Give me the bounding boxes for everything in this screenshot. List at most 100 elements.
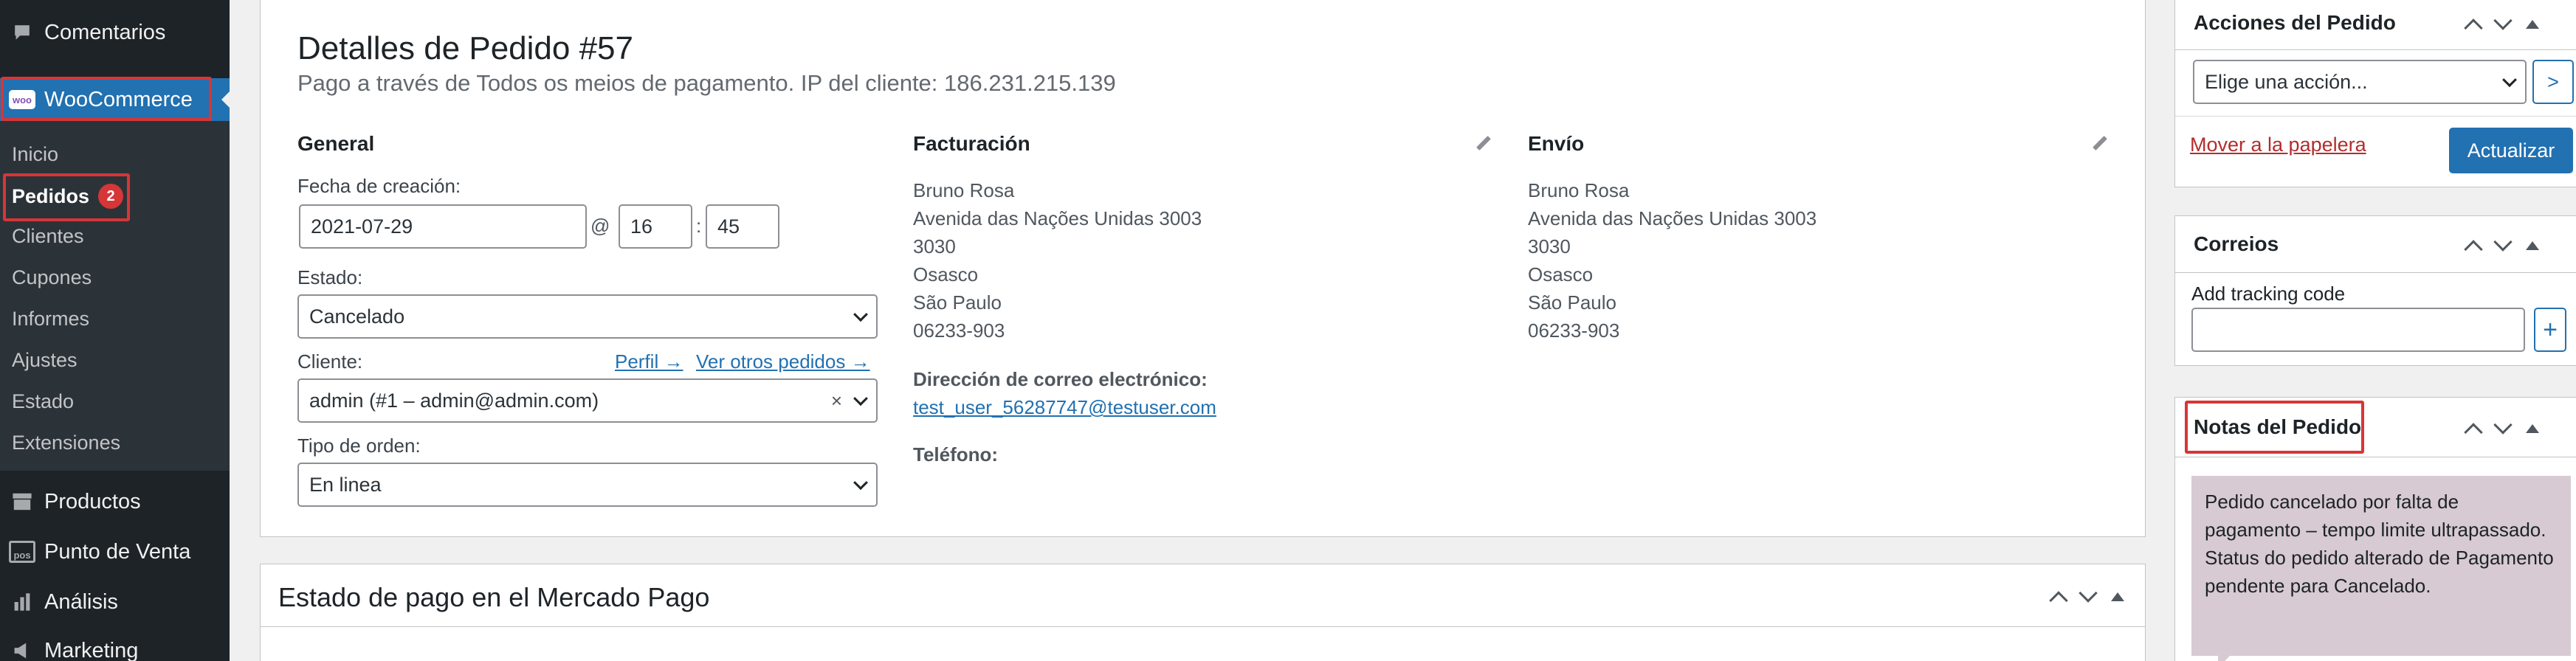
panel-controls: [2464, 232, 2539, 259]
address-line: Avenida das Nações Unidas 3003: [913, 207, 1202, 229]
order-action-select[interactable]: Elige una acción...: [2193, 60, 2527, 104]
address-line: São Paulo: [1528, 291, 1616, 314]
address-line: 3030: [913, 235, 956, 257]
move-up-icon[interactable]: [2464, 240, 2483, 259]
collapse-icon[interactable]: [2526, 424, 2539, 433]
menu-item-punto-de-venta[interactable]: pos Punto de Venta: [0, 528, 230, 575]
billing-heading: Facturación: [913, 132, 1030, 155]
customer-label: Cliente:: [297, 350, 363, 373]
billing-email-link[interactable]: test_user_56287747@testuser.com: [913, 396, 1216, 419]
move-to-trash-link[interactable]: Mover a la papelera: [2190, 134, 2366, 156]
chevron-down-icon: [853, 475, 868, 491]
phone-label: Teléfono:: [913, 443, 999, 466]
add-tracking-button[interactable]: +: [2534, 308, 2566, 352]
chevron-down-icon: [853, 391, 868, 406]
menu-item-marketing[interactable]: Marketing: [0, 627, 230, 661]
hour-input[interactable]: 16: [619, 204, 692, 249]
menu-label: Productos: [44, 489, 141, 513]
address-line: Avenida das Nações Unidas 3003: [1528, 207, 1817, 229]
submenu-item-clientes[interactable]: Clientes: [12, 225, 84, 248]
correios-panel: Correios Add tracking code +: [2174, 215, 2576, 366]
collapse-icon[interactable]: [2111, 592, 2124, 601]
highlight-box: [2185, 401, 2364, 454]
shipping-heading: Envío: [1528, 132, 1585, 155]
order-title: Detalles de Pedido #57: [297, 30, 633, 66]
panel-controls: [2464, 415, 2539, 442]
date-label: Fecha de creación:: [297, 175, 461, 197]
email-label: Dirección de correo electrónico:: [913, 368, 1208, 390]
move-down-icon[interactable]: [2493, 232, 2513, 252]
correios-title: Correios: [2194, 232, 2279, 255]
customer-select[interactable]: admin (#1 – admin@admin.com) ×: [297, 378, 878, 423]
order-note: Pedido cancelado por falta de pagamento …: [2191, 476, 2571, 656]
clear-icon[interactable]: ×: [831, 390, 842, 412]
order-action-value: Elige una acción...: [2205, 70, 2368, 93]
panel-controls: [2049, 584, 2124, 610]
edit-billing-icon[interactable]: [1476, 136, 1491, 150]
submenu-item-informes[interactable]: Informes: [12, 308, 89, 330]
date-input[interactable]: 2021-07-29: [299, 204, 587, 249]
address-line: Osasco: [913, 263, 979, 285]
order-data-panel: Detalles de Pedido #57 Pago a través de …: [260, 0, 2146, 537]
menu-item-analisis[interactable]: Análisis: [0, 578, 230, 626]
view-other-orders-link[interactable]: Ver otros pedidos →: [696, 350, 870, 373]
menu-item-comments[interactable]: Comentarios: [0, 9, 230, 56]
order-type-value: En linea: [309, 473, 382, 496]
submenu-item-extensiones[interactable]: Extensiones: [12, 432, 120, 454]
admin-sidebar: Comentarios woo WooCommerce Inicio Pedid…: [0, 0, 230, 661]
shipping-address: Bruno Rosa Avenida das Nações Unidas 300…: [1528, 176, 1816, 345]
submenu-item-cupones[interactable]: Cupones: [12, 266, 92, 289]
address-line: Bruno Rosa: [1528, 179, 1630, 201]
submenu-item-ajustes[interactable]: Ajustes: [12, 349, 78, 372]
menu-label: Comentarios: [44, 20, 166, 44]
address-line: Bruno Rosa: [913, 179, 1015, 201]
move-up-icon[interactable]: [2464, 423, 2483, 442]
megaphone-icon: [0, 641, 44, 660]
profile-link[interactable]: Perfil →: [615, 350, 683, 373]
pos-icon: pos: [0, 541, 44, 563]
apply-action-button[interactable]: >: [2532, 60, 2574, 104]
address-line: São Paulo: [913, 291, 1002, 314]
mercado-pago-panel: Estado de pago en el Mercado Pago: [260, 564, 2146, 661]
address-line: Osasco: [1528, 263, 1594, 285]
panel-controls: [2464, 11, 2539, 38]
order-notes-panel: Notas del Pedido Pedido cancelado por fa…: [2174, 397, 2576, 661]
collapse-icon[interactable]: [2526, 20, 2539, 29]
move-up-icon[interactable]: [2464, 18, 2483, 38]
order-actions-title: Acciones del Pedido: [2194, 11, 2396, 34]
submenu-item-estado[interactable]: Estado: [12, 390, 74, 413]
comment-icon: [0, 22, 44, 43]
status-label: Estado:: [297, 266, 363, 288]
chevron-down-icon: [853, 307, 868, 322]
order-actions-panel: Acciones del Pedido Elige una acción... …: [2174, 0, 2576, 187]
note-tail: [2218, 656, 2230, 661]
billing-address: Bruno Rosa Avenida das Nações Unidas 300…: [913, 176, 1202, 345]
collapse-icon[interactable]: [2526, 241, 2539, 250]
order-type-select[interactable]: En linea: [297, 463, 878, 507]
submenu-item-inicio[interactable]: Inicio: [12, 143, 58, 166]
tracking-code-input[interactable]: [2191, 308, 2525, 352]
bar-chart-icon: [0, 592, 44, 612]
divider: [2175, 116, 2576, 117]
move-down-icon[interactable]: [2493, 415, 2513, 435]
minute-input[interactable]: 45: [706, 204, 779, 249]
menu-item-productos[interactable]: Productos: [0, 478, 230, 525]
chevron-down-icon: [2502, 72, 2517, 88]
menu-label: Análisis: [44, 589, 118, 614]
status-value: Cancelado: [309, 305, 405, 328]
move-down-icon[interactable]: [2079, 584, 2098, 603]
menu-label: Marketing: [44, 638, 139, 661]
plus-icon: +: [2543, 315, 2558, 344]
edit-shipping-icon[interactable]: [2093, 136, 2107, 150]
archive-icon: [0, 492, 44, 511]
status-select[interactable]: Cancelado: [297, 294, 878, 339]
highlight-box: [1, 77, 212, 121]
chevron-right-icon: >: [2547, 70, 2559, 93]
update-button[interactable]: Actualizar: [2449, 128, 2573, 173]
divider: [2175, 49, 2576, 50]
general-heading: General: [297, 132, 375, 155]
move-up-icon[interactable]: [2049, 591, 2068, 610]
at-symbol: @: [590, 215, 610, 237]
time-colon: :: [696, 215, 702, 237]
move-down-icon[interactable]: [2493, 11, 2513, 30]
